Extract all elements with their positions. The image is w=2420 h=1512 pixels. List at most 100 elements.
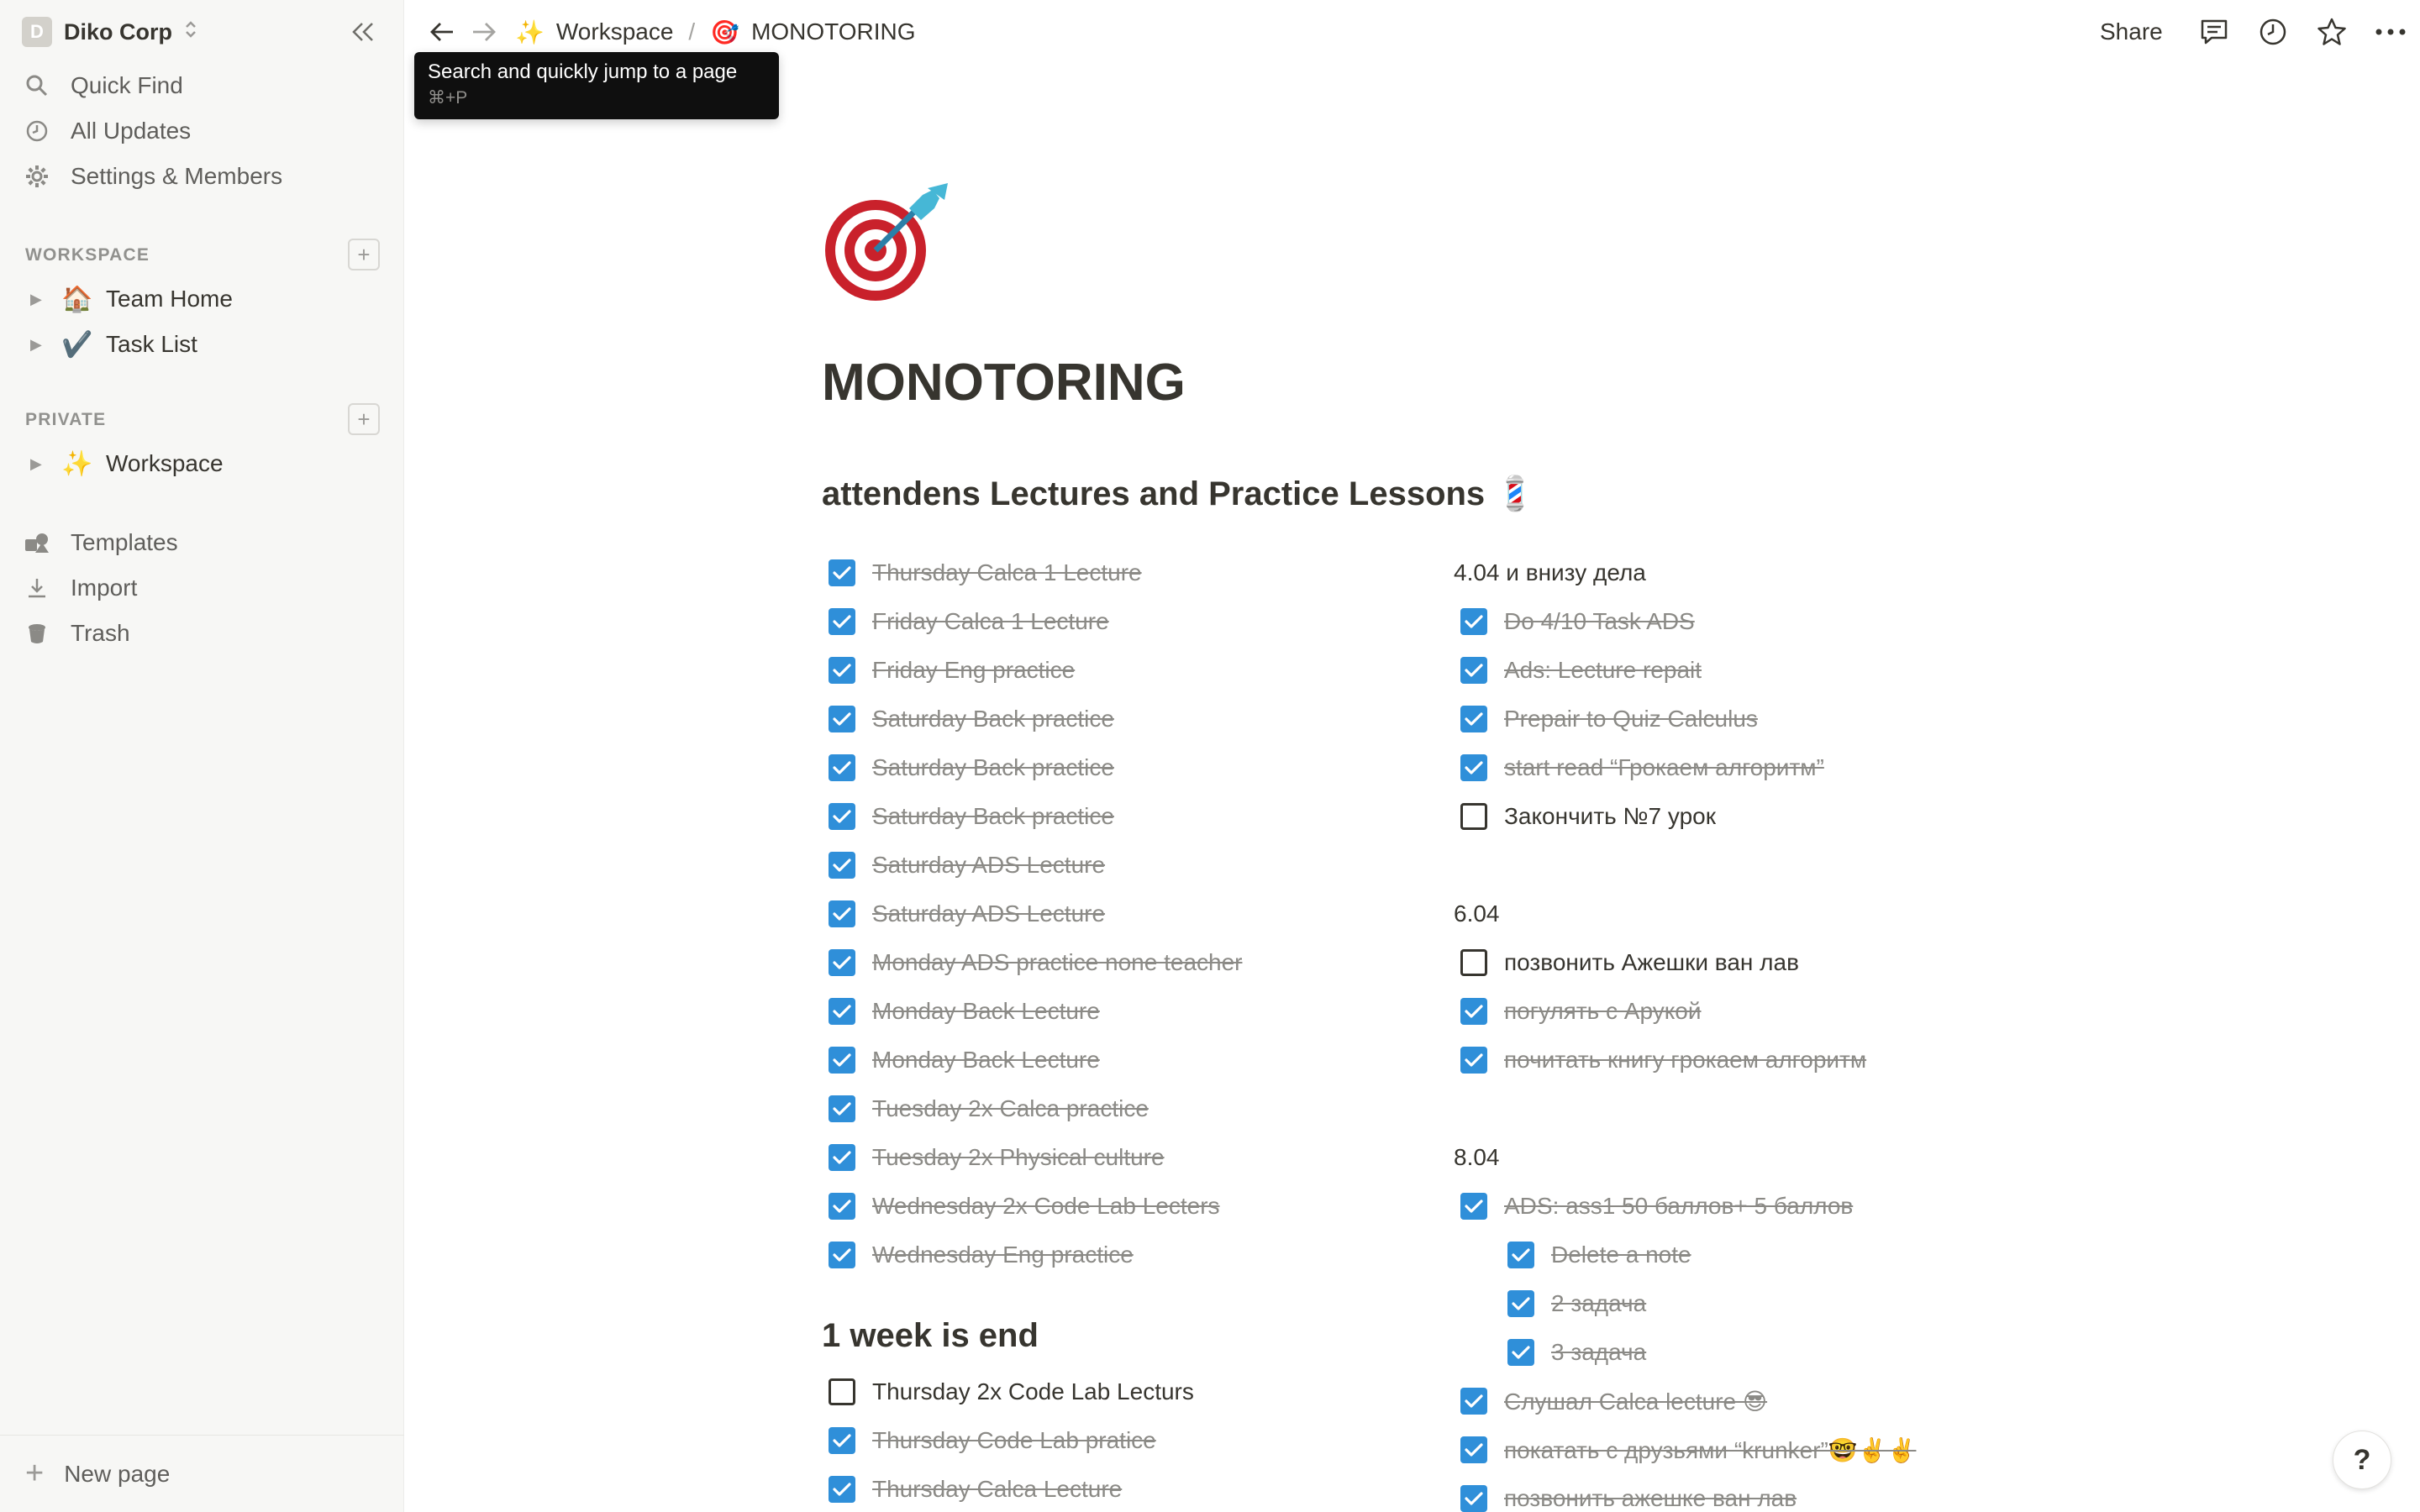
todo-text[interactable]: Prepair to Quiz Calculus [1504,706,1758,732]
todo-item[interactable]: Monday ADS practice none teacher [829,942,1242,984]
todo-item[interactable]: 3 задача [1507,1331,1646,1373]
checkbox-unchecked-icon[interactable] [829,1378,855,1405]
checkbox-checked-icon[interactable] [829,1193,855,1220]
todo-item[interactable]: Saturday ADS Lecture [829,893,1105,935]
todo-text[interactable]: Слушал Calca lecture 😎 [1504,1388,1767,1415]
checkbox-checked-icon[interactable] [829,706,855,732]
todo-item[interactable]: Thursday Calca Lecture [829,1468,1122,1510]
back-arrow-icon[interactable] [426,15,460,49]
sidebar-page-team-home[interactable]: ▶ 🏠 Team Home [30,279,383,319]
todo-text[interactable]: погулять с Арукой [1504,998,1702,1025]
todo-text[interactable]: Saturday Back practice [872,706,1114,732]
todo-item[interactable]: Tuesday 2x Calca practice [829,1088,1149,1130]
date-label-4-04[interactable]: 4.04 и внизу дела [1454,552,1646,594]
todo-item[interactable]: 2 задача [1507,1283,1646,1325]
sidebar-templates[interactable]: Templates [22,522,383,563]
todo-item[interactable]: Delete a note [1507,1234,1691,1276]
todo-item[interactable]: Закончить №7 урок [1460,795,1716,837]
todo-item[interactable]: Ads: Lecture repait [1460,649,1702,691]
sidebar-page-workspace[interactable]: ▶ ✨ Workspace [30,444,383,484]
checkbox-checked-icon[interactable] [1460,1436,1487,1463]
favorite-star-icon[interactable] [2315,15,2349,49]
checkbox-checked-icon[interactable] [1460,657,1487,684]
todo-item[interactable]: Friday Calca 1 Lecture [829,601,1109,643]
checkbox-checked-icon[interactable] [1460,706,1487,732]
checkbox-checked-icon[interactable] [829,608,855,635]
todo-text[interactable]: 3 задача [1551,1339,1646,1366]
breadcrumb-current-page[interactable]: MONOTORING [751,18,915,45]
todo-text[interactable]: Thursday 2x Code Lab Lecturs [872,1378,1194,1405]
checkbox-unchecked-icon[interactable] [1460,803,1487,830]
todo-item[interactable]: Friday Eng practice [829,649,1075,691]
heading-week-end[interactable]: 1 week is end [822,1317,1039,1355]
todo-text[interactable]: Friday Eng practice [872,657,1075,684]
page-icon-target[interactable] [822,183,956,301]
todo-item[interactable]: Prepair to Quiz Calculus [1460,698,1758,740]
todo-text[interactable]: Закончить №7 урок [1504,803,1716,830]
todo-item[interactable]: погулять с Арукой [1460,990,1702,1032]
todo-text[interactable]: почитать книгу грокаем алгоритм [1504,1047,1866,1074]
collapse-sidebar-icon[interactable] [346,15,380,49]
forward-arrow-icon[interactable] [466,15,500,49]
todo-item[interactable]: покатать с друзьями “krunker”🤓✌️✌️ [1460,1429,1916,1471]
checkbox-checked-icon[interactable] [829,949,855,976]
more-options-icon[interactable] [2374,15,2407,49]
todo-item[interactable]: Saturday ADS Lecture [829,844,1105,886]
todo-item[interactable]: Wednesday 2x Code Lab Lecters [829,1185,1220,1227]
checkbox-checked-icon[interactable] [1507,1339,1534,1366]
todo-item[interactable]: Saturday Back practice [829,698,1114,740]
checkbox-checked-icon[interactable] [829,1242,855,1268]
checkbox-checked-icon[interactable] [1507,1242,1534,1268]
todo-item[interactable]: позвонить ажешке ван лав [1460,1478,1797,1512]
checkbox-checked-icon[interactable] [829,1047,855,1074]
todo-text[interactable]: Saturday ADS Lecture [872,852,1105,879]
checkbox-checked-icon[interactable] [1460,998,1487,1025]
todo-text[interactable]: ADS: ass1 50 баллов+ 5 баллов [1504,1193,1853,1220]
checkbox-checked-icon[interactable] [829,803,855,830]
todo-text[interactable]: Saturday ADS Lecture [872,900,1105,927]
checkbox-checked-icon[interactable] [829,1095,855,1122]
checkbox-checked-icon[interactable] [829,900,855,927]
todo-text[interactable]: Wednesday Eng practice [872,1242,1134,1268]
todo-item[interactable]: Thursday Calca 1 Lecture [829,552,1142,594]
sidebar-page-task-list[interactable]: ▶ ✔️ Task List [30,324,383,365]
todo-item[interactable]: ADS: ass1 50 баллов+ 5 баллов [1460,1185,1853,1227]
todo-text[interactable]: покатать с друзьями “krunker”🤓✌️✌️ [1504,1436,1916,1464]
todo-text[interactable]: позвонить Ажешки ван лав [1504,949,1799,976]
expand-caret-icon[interactable]: ▶ [30,291,49,308]
date-label-6-04[interactable]: 6.04 [1454,893,1500,935]
todo-item[interactable]: Tuesday 2x Physical culture [829,1137,1165,1179]
todo-text[interactable]: Do 4/10 Task ADS [1504,608,1695,635]
todo-text[interactable]: Monday ADS practice none teacher [872,949,1242,976]
checkbox-checked-icon[interactable] [829,1476,855,1503]
checkbox-checked-icon[interactable] [1460,1193,1487,1220]
todo-text[interactable]: Ads: Lecture repait [1504,657,1702,684]
todo-text[interactable]: Thursday Calca 1 Lecture [872,559,1142,586]
expand-caret-icon[interactable]: ▶ [30,336,49,354]
todo-text[interactable]: Thursday Calca Lecture [872,1476,1122,1503]
todo-text[interactable]: Monday Back Lecture [872,1047,1100,1074]
breadcrumb-workspace[interactable]: Workspace [556,18,674,45]
todo-item[interactable]: Слушал Calca lecture 😎 [1460,1380,1767,1422]
todo-item[interactable]: Thursday Code Lab pratice [829,1420,1156,1462]
sidebar-quick-find[interactable]: Quick Find [22,66,383,106]
todo-text[interactable]: Delete a note [1551,1242,1691,1268]
todo-text[interactable]: start read “Грокаем алгоритм” [1504,754,1824,781]
checkbox-checked-icon[interactable] [829,657,855,684]
expand-caret-icon[interactable]: ▶ [30,455,49,473]
todo-text[interactable]: Wednesday 2x Code Lab Lecters [872,1193,1220,1220]
date-label-8-04[interactable]: 8.04 [1454,1137,1500,1179]
history-clock-icon[interactable] [2256,15,2290,49]
checkbox-checked-icon[interactable] [1460,1388,1487,1415]
comments-icon[interactable] [2197,15,2231,49]
checkbox-checked-icon[interactable] [1507,1290,1534,1317]
checkbox-unchecked-icon[interactable] [1460,949,1487,976]
todo-text[interactable]: Saturday Back practice [872,803,1114,830]
todo-text[interactable]: Tuesday 2x Calca practice [872,1095,1149,1122]
todo-item[interactable]: start read “Грокаем алгоритм” [1460,747,1824,789]
todo-item[interactable]: Monday Back Lecture [829,990,1100,1032]
checkbox-checked-icon[interactable] [829,559,855,586]
sidebar-trash[interactable]: Trash [22,613,383,654]
todo-item[interactable]: Monday Back Lecture [829,1039,1100,1081]
todo-text[interactable]: Thursday Code Lab pratice [872,1427,1156,1454]
